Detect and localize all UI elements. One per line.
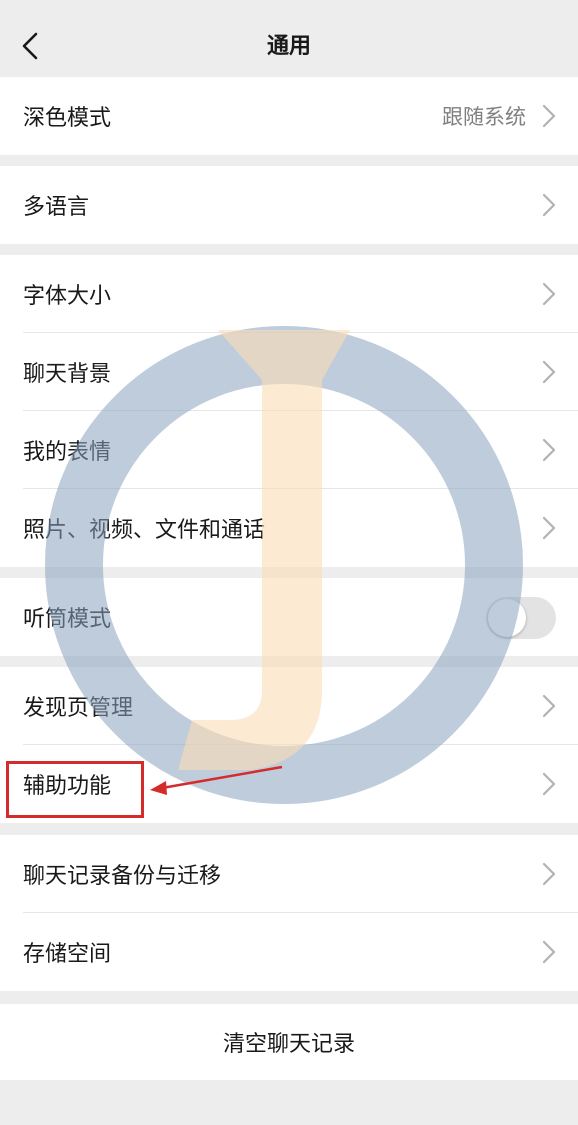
- row-value: 跟随系统: [442, 105, 526, 129]
- settings-row-storage[interactable]: 存储空间: [0, 913, 578, 991]
- row-label: 我的表情: [23, 440, 112, 465]
- settings-group-earpiece: 听筒模式: [0, 578, 578, 656]
- settings-group-display: 深色模式 跟随系统: [0, 77, 578, 155]
- row-label: 存储空间: [23, 942, 112, 967]
- chevron-right-icon: [542, 438, 556, 462]
- chevron-right-icon: [542, 694, 556, 718]
- settings-row-language[interactable]: 多语言: [0, 166, 578, 244]
- chevron-right-icon: [542, 193, 556, 217]
- settings-row-photos-videos-files-calls[interactable]: 照片、视频、文件和通话: [0, 489, 578, 567]
- settings-row-chat-backup-migration[interactable]: 聊天记录备份与迁移: [0, 835, 578, 913]
- page-title: 通用: [266, 34, 311, 59]
- toggle-knob: [488, 599, 526, 637]
- row-label: 字体大小: [23, 284, 112, 309]
- settings-group-discover: 发现页管理 辅助功能: [0, 667, 578, 823]
- row-label: 多语言: [23, 195, 90, 220]
- settings-group-storage: 聊天记录备份与迁移 存储空间: [0, 835, 578, 991]
- settings-row-my-stickers[interactable]: 我的表情: [0, 411, 578, 489]
- row-label: 听筒模式: [23, 607, 112, 632]
- settings-row-font-size[interactable]: 字体大小: [0, 255, 578, 333]
- row-label: 辅助功能: [23, 774, 112, 799]
- chevron-right-icon: [542, 360, 556, 384]
- settings-row-earpiece-mode: 听筒模式: [0, 578, 578, 656]
- navigation-bar: 通用: [0, 0, 578, 88]
- settings-row-chat-background[interactable]: 聊天背景: [0, 333, 578, 411]
- row-label: 照片、视频、文件和通话: [23, 518, 266, 543]
- chevron-right-icon: [542, 862, 556, 886]
- row-label: 聊天背景: [23, 362, 112, 387]
- chevron-right-icon: [542, 772, 556, 796]
- row-label: 聊天记录备份与迁移: [23, 864, 222, 889]
- chevron-right-icon: [542, 104, 556, 128]
- clear-chat-history-label: 清空聊天记录: [222, 1032, 355, 1057]
- chevron-right-icon: [542, 516, 556, 540]
- chevron-right-icon: [542, 282, 556, 306]
- settings-row-dark-mode[interactable]: 深色模式 跟随系统: [0, 77, 578, 155]
- settings-group-chat: 字体大小 聊天背景 我的表情 照片、视频、文件和通话: [0, 255, 578, 567]
- clear-chat-history-button[interactable]: 清空聊天记录: [0, 1004, 578, 1080]
- settings-row-discover-management[interactable]: 发现页管理: [0, 667, 578, 745]
- settings-row-accessibility[interactable]: 辅助功能: [0, 745, 578, 823]
- chevron-right-icon: [542, 940, 556, 964]
- settings-group-language: 多语言: [0, 166, 578, 244]
- earpiece-mode-toggle[interactable]: [486, 597, 556, 639]
- row-label: 深色模式: [23, 106, 112, 131]
- row-label: 发现页管理: [23, 696, 134, 721]
